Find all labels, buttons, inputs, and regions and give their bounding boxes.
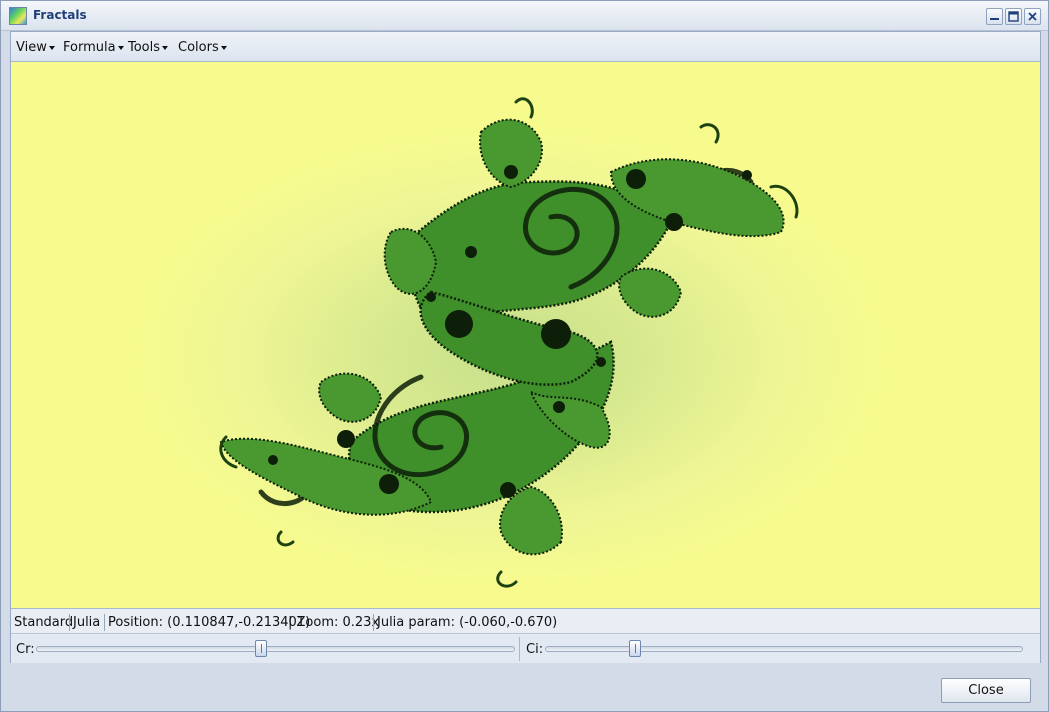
close-window-button[interactable]	[1024, 8, 1041, 25]
minimize-icon	[990, 18, 999, 20]
menu-formula-label: Formula	[63, 40, 116, 55]
chevron-down-icon	[117, 45, 124, 50]
close-button[interactable]: Close	[941, 678, 1031, 703]
cr-slider-thumb[interactable]	[255, 640, 268, 657]
cr-label: Cr:	[16, 642, 35, 657]
menu-view[interactable]: View	[16, 40, 55, 55]
menu-bar: View Formula Tools Colors	[11, 32, 1040, 62]
status-julia-param: Julia param: (-0.060,-0.670)	[377, 615, 558, 630]
maximize-button[interactable]	[1005, 8, 1022, 25]
ci-label: Ci:	[526, 642, 544, 657]
status-divider	[373, 614, 374, 631]
menu-formula[interactable]: Formula	[63, 40, 124, 55]
fractal-canvas[interactable]	[11, 62, 1040, 609]
status-zoom: | Zoom: 0.23x	[288, 615, 380, 630]
slider-divider	[519, 637, 520, 661]
status-divider	[69, 614, 70, 631]
menu-view-label: View	[16, 40, 47, 55]
julia-param-sliders: Cr: Ci:	[11, 635, 1040, 663]
menu-colors[interactable]: Colors	[178, 40, 227, 55]
ci-slider-thumb[interactable]	[628, 640, 641, 657]
julia-set-fractal	[219, 97, 799, 588]
minimize-button[interactable]	[986, 8, 1003, 25]
fractal-app-icon	[9, 7, 27, 25]
chevron-down-icon	[162, 45, 169, 50]
cr-slider-track[interactable]	[36, 646, 515, 652]
menu-tools[interactable]: Tools	[128, 40, 169, 55]
fractals-window: Fractals View Formula Tools Colors Stand…	[0, 0, 1049, 712]
maximize-icon	[1008, 11, 1019, 22]
menu-tools-label: Tools	[128, 40, 161, 55]
chevron-down-icon	[48, 45, 55, 50]
content-panel: View Formula Tools Colors Standard Julia…	[10, 31, 1041, 663]
menu-colors-label: Colors	[178, 40, 219, 55]
ci-slider-track[interactable]	[545, 646, 1023, 652]
chevron-down-icon	[220, 45, 227, 50]
close-icon	[1028, 12, 1037, 21]
status-mode: Standard	[14, 615, 74, 630]
status-divider	[104, 614, 105, 631]
status-formula: Julia	[73, 615, 101, 630]
status-position: Position: (0.110847,-0.213401)	[108, 615, 311, 630]
title-bar[interactable]: Fractals	[1, 1, 1048, 31]
status-bar: Standard Julia Position: (0.110847,-0.21…	[11, 610, 1040, 634]
window-title: Fractals	[33, 8, 87, 22]
